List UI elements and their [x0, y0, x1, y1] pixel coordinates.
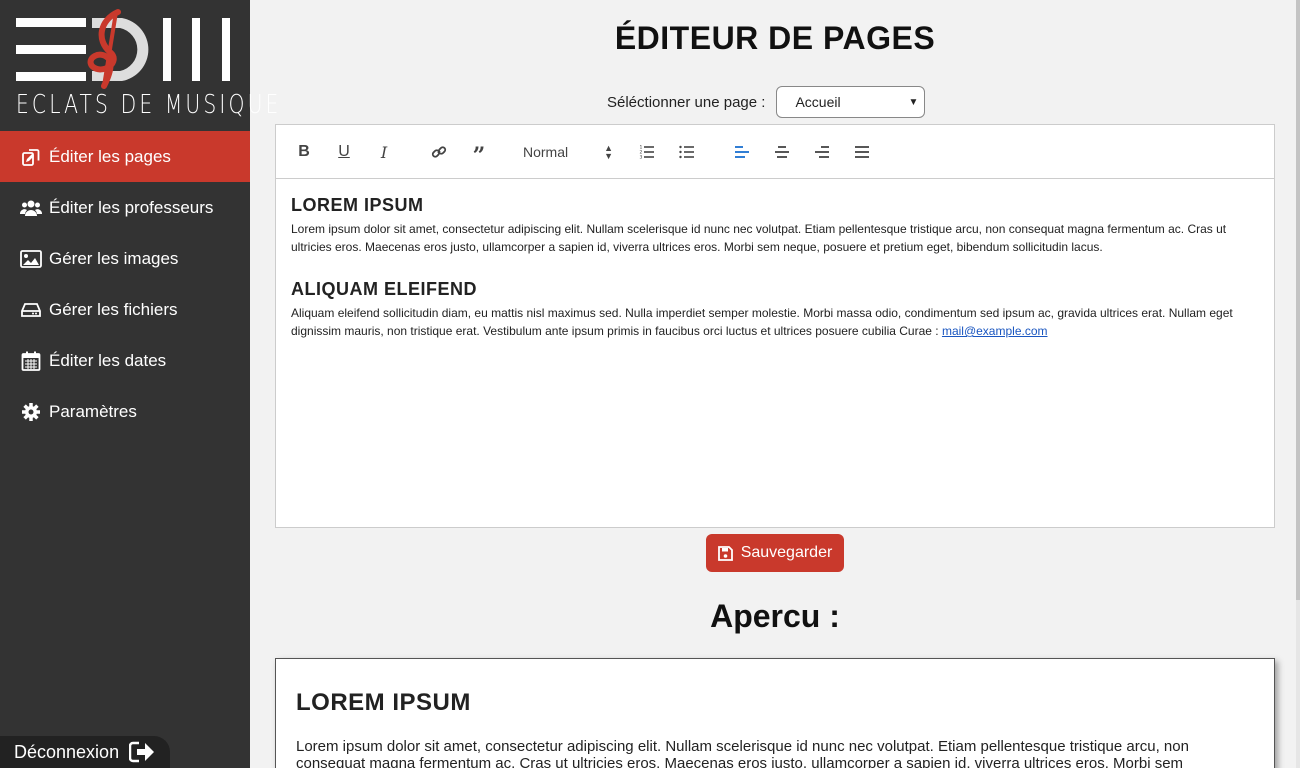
- caret-down-icon: ▼: [908, 97, 919, 108]
- copy-edit-icon: [20, 146, 42, 168]
- sidebar-nav: Éditer les pages Éditer les professeurs …: [0, 131, 250, 437]
- link-icon: [431, 146, 447, 158]
- italic-button[interactable]: I: [372, 140, 396, 164]
- logout-label: Déconnexion: [14, 741, 120, 762]
- page-select[interactable]: Accueil ▼: [776, 86, 926, 118]
- preview-heading: LOREM IPSUM: [296, 689, 471, 716]
- save-icon: [717, 545, 733, 561]
- preview-panel: LOREM IPSUM Lorem ipsum dolor sit amet, …: [275, 658, 1275, 768]
- scrollbar-thumb[interactable]: [1296, 0, 1300, 600]
- editor-paragraph: Lorem ipsum dolor sit amet, consectetur …: [291, 222, 1227, 254]
- page-title: ÉDITEUR DE PAGES: [614, 20, 936, 56]
- sidebar-item-edit-pages[interactable]: Éditer les pages: [0, 131, 250, 182]
- preview-title: Apercu :: [710, 598, 840, 634]
- blockquote-button[interactable]: ”: [467, 140, 491, 169]
- ordered-list-icon: 123: [640, 145, 654, 160]
- sidebar-item-label: Paramètres: [49, 401, 137, 421]
- drive-icon: [20, 299, 42, 321]
- link-button[interactable]: [427, 140, 451, 164]
- page-selector-row: Séléctionner une page : Accueil ▼: [607, 86, 926, 118]
- bullet-list-icon: [679, 145, 694, 159]
- align-right-button[interactable]: [810, 140, 834, 164]
- sidebar-item-label: Éditer les professeurs: [49, 197, 214, 217]
- logout-button[interactable]: Déconnexion: [0, 736, 170, 768]
- editor-heading: ALIQUAM ELEIFEND: [291, 279, 477, 299]
- sidebar-item-manage-images[interactable]: Gérer les images: [0, 233, 250, 284]
- bullet-list-button[interactable]: [675, 140, 699, 164]
- logo-text: ECLATS DE MUSIQUE: [16, 90, 282, 120]
- calendar-icon: [20, 350, 42, 372]
- heading-select-value: Normal: [523, 144, 569, 160]
- editor-heading: LOREM IPSUM: [291, 195, 424, 215]
- save-button[interactable]: Sauvegarder: [706, 534, 844, 572]
- editor-toolbar: B U I ” Normal ▲ ▼ 123: [276, 125, 1274, 179]
- sidebar-item-manage-files[interactable]: Gérer les fichiers: [0, 284, 250, 335]
- align-right-icon: [815, 146, 829, 158]
- rich-text-editor: B U I ” Normal ▲ ▼ 123 LOREM IPSUM Lorem…: [275, 124, 1275, 528]
- sidebar-item-settings[interactable]: Paramètres: [0, 386, 250, 437]
- editor-paragraph-text: Aliquam eleifend sollicitudin diam, eu m…: [291, 306, 1233, 338]
- align-center-icon: [775, 146, 789, 158]
- page-selector-label: Séléctionner une page :: [607, 93, 766, 111]
- sidebar-item-edit-teachers[interactable]: Éditer les professeurs: [0, 182, 250, 233]
- heading-select[interactable]: Normal ▲ ▼: [523, 140, 613, 164]
- users-icon: [20, 197, 42, 219]
- gear-icon: [20, 401, 42, 423]
- page-select-value: Accueil: [795, 94, 841, 110]
- svg-text:3: 3: [640, 155, 643, 160]
- ordered-list-button[interactable]: 123: [635, 140, 659, 164]
- preview-paragraph: Lorem ipsum dolor sit amet, consectetur …: [296, 738, 1189, 768]
- sidebar-item-label: Éditer les dates: [49, 350, 167, 370]
- bold-button[interactable]: B: [292, 140, 316, 164]
- sidebar: ECLATS DE MUSIQUE Éditer les pages Édite…: [0, 0, 282, 768]
- align-justify-button[interactable]: [850, 140, 874, 164]
- email-link[interactable]: mail@example.com: [942, 324, 1048, 338]
- image-icon: [20, 248, 42, 270]
- logo: ECLATS DE MUSIQUE: [0, 0, 282, 131]
- align-center-button[interactable]: [770, 140, 794, 164]
- sidebar-item-label: Gérer les fichiers: [49, 299, 178, 319]
- sign-out-icon: [129, 741, 155, 763]
- sidebar-item-label: Éditer les pages: [49, 146, 171, 166]
- underline-button[interactable]: U: [332, 140, 356, 164]
- editor-content[interactable]: LOREM IPSUM Lorem ipsum dolor sit amet, …: [276, 179, 1274, 379]
- updown-icon: ▲ ▼: [604, 143, 613, 161]
- editor-paragraph: Aliquam eleifend sollicitudin diam, eu m…: [291, 304, 1259, 340]
- page-scrollbar[interactable]: [1296, 0, 1300, 768]
- align-left-button[interactable]: [730, 140, 754, 164]
- save-label: Sauvegarder: [740, 544, 833, 561]
- sidebar-item-edit-dates[interactable]: Éditer les dates: [0, 335, 250, 386]
- align-justify-icon: [855, 146, 869, 158]
- logo-mark-icon: [16, 9, 230, 89]
- align-left-icon: [735, 146, 749, 158]
- sidebar-item-label: Gérer les images: [49, 248, 179, 268]
